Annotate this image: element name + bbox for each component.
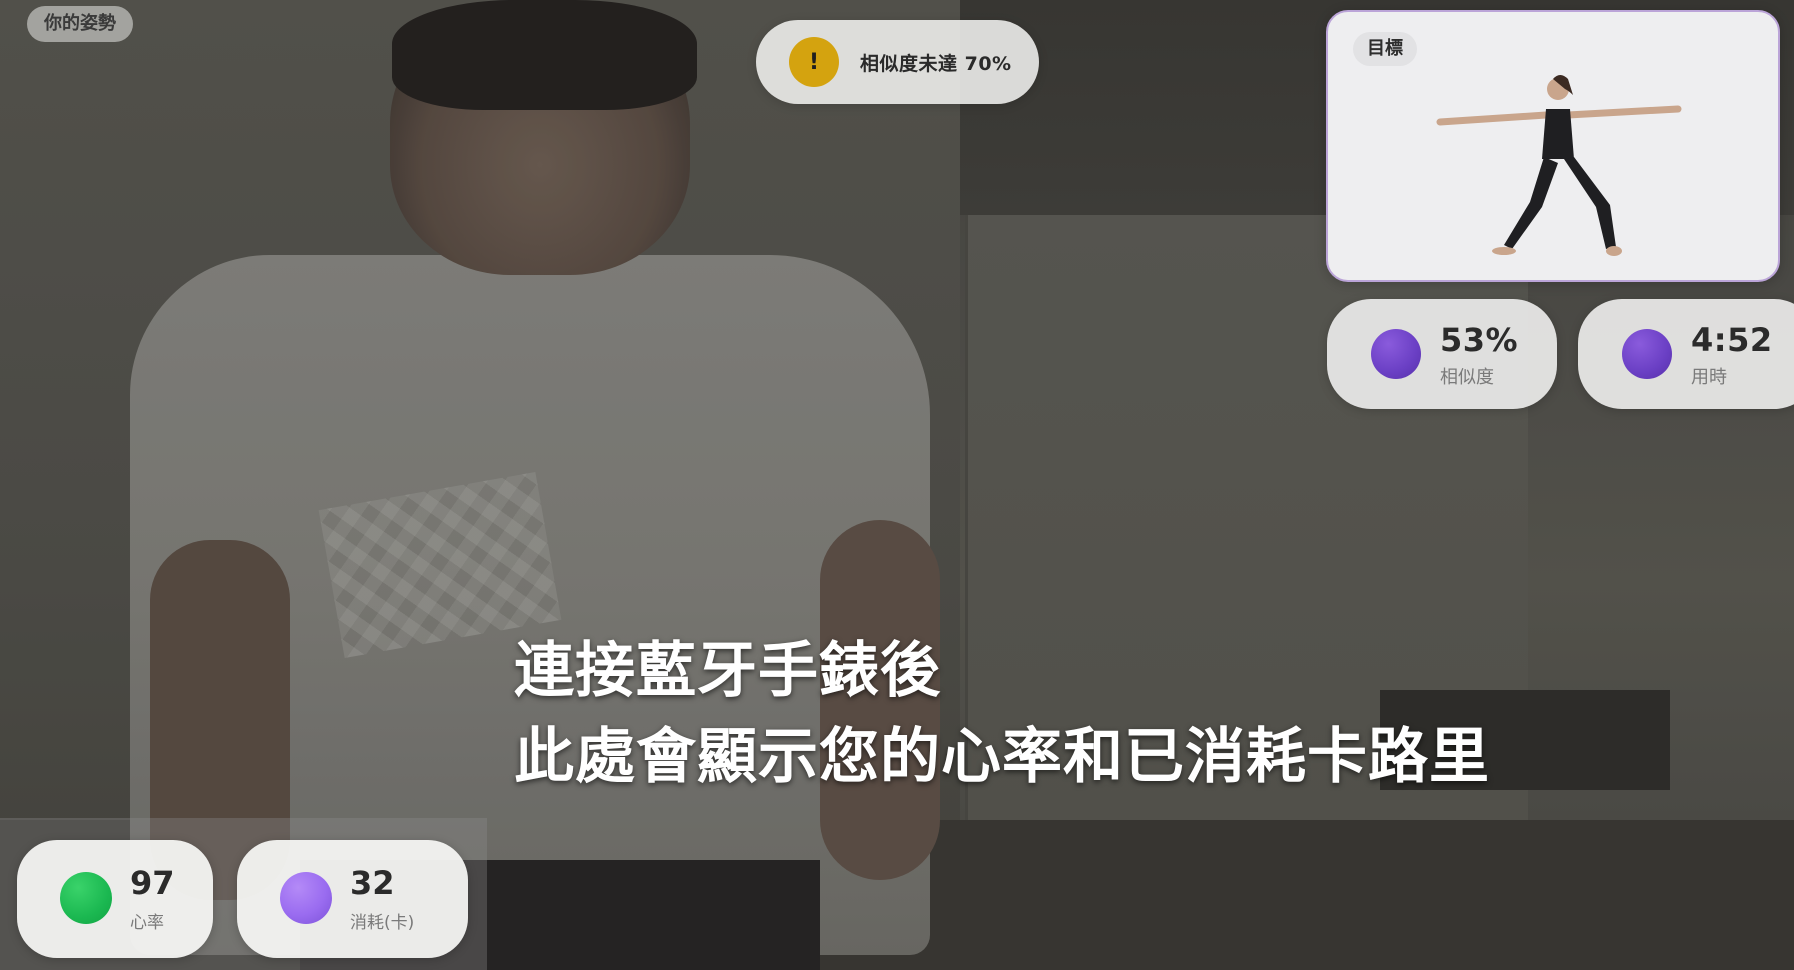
calories-card: 32 消耗(卡): [237, 840, 468, 958]
calories-indicator-icon: [280, 872, 332, 924]
warning-text: 相似度未達 70%: [860, 52, 1012, 75]
elapsed-time-value: 4:52: [1691, 321, 1773, 359]
time-indicator-icon: [1622, 329, 1672, 379]
heart-rate-label: 心率: [130, 913, 164, 933]
target-pose-card: 目標: [1326, 10, 1780, 282]
heart-rate-indicator-icon: [60, 872, 112, 924]
similarity-warning: ! 相似度未達 70%: [756, 20, 1039, 104]
similarity-stat: 53% 相似度: [1327, 299, 1557, 409]
heart-rate-value: 97: [130, 864, 175, 902]
similarity-indicator-icon: [1371, 329, 1421, 379]
similarity-label: 相似度: [1440, 367, 1494, 388]
warrior-pose-figure: [1436, 75, 1682, 256]
subtitle-line-2: 此處會顯示您的心率和已消耗卡路里: [514, 722, 1490, 792]
bluetooth-hint-subtitle: 連接藍牙手錶後 此處會顯示您的心率和已消耗卡路里: [514, 628, 1490, 800]
your-pose-label: 你的姿勢: [27, 6, 133, 42]
similarity-value: 53%: [1440, 321, 1519, 359]
elapsed-time-stat: 4:52 用時: [1578, 299, 1794, 409]
subtitle-line-1: 連接藍牙手錶後: [514, 636, 941, 706]
target-label: 目標: [1353, 32, 1417, 66]
heart-rate-card: 97 心率: [17, 840, 213, 958]
calories-value: 32: [350, 864, 395, 902]
elapsed-time-label: 用時: [1691, 367, 1727, 388]
warning-icon: !: [789, 37, 839, 87]
calories-label: 消耗(卡): [350, 913, 415, 933]
